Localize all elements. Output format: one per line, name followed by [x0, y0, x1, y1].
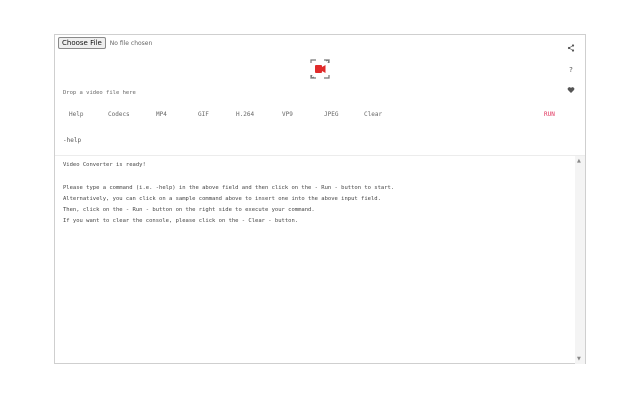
cmd-mp4[interactable]: MP4	[156, 111, 167, 118]
cmd-vp9[interactable]: VP9	[282, 111, 293, 118]
file-input-row: Choose File No file chosen	[58, 37, 152, 49]
app-frame: Choose File No file chosen ? Drop a vide…	[54, 34, 586, 364]
drop-zone-label[interactable]: Drop a video file here	[63, 90, 136, 96]
file-status: No file chosen	[109, 39, 153, 47]
cmd-h264[interactable]: H.264	[236, 111, 254, 118]
cmd-help[interactable]: Help	[69, 111, 83, 118]
share-icon[interactable]	[567, 44, 575, 52]
choose-file-button[interactable]: Choose File	[58, 37, 106, 49]
console-output: Video Converter is ready! Please type a …	[55, 156, 575, 364]
cmd-clear[interactable]: Clear	[364, 111, 382, 118]
console-line: If you want to clear the console, please…	[63, 218, 299, 224]
command-input[interactable]: -help	[63, 137, 81, 144]
console-scrollbar[interactable]: ▲ ▼	[575, 156, 585, 364]
cmd-gif[interactable]: GIF	[198, 111, 209, 118]
cmd-jpeg[interactable]: JPEG	[324, 111, 338, 118]
console-line: Video Converter is ready!	[63, 162, 146, 168]
command-bar: Help Codecs MP4 GIF H.264 VP9 JPEG Clear…	[55, 111, 585, 121]
scroll-up-icon[interactable]: ▲	[577, 158, 581, 164]
video-convert-icon	[309, 58, 331, 80]
help-question-icon[interactable]: ?	[567, 66, 575, 74]
scroll-down-icon[interactable]: ▼	[577, 356, 581, 362]
console-line: Then, click on the - Run - button on the…	[63, 207, 315, 213]
cmd-codecs[interactable]: Codecs	[108, 111, 130, 118]
console-line: Please type a command (i.e. -help) in th…	[63, 185, 395, 191]
favorite-heart-icon[interactable]	[567, 86, 575, 94]
console-line: Alternatively, you can click on a sample…	[63, 196, 381, 202]
run-button[interactable]: RUN	[544, 111, 555, 118]
